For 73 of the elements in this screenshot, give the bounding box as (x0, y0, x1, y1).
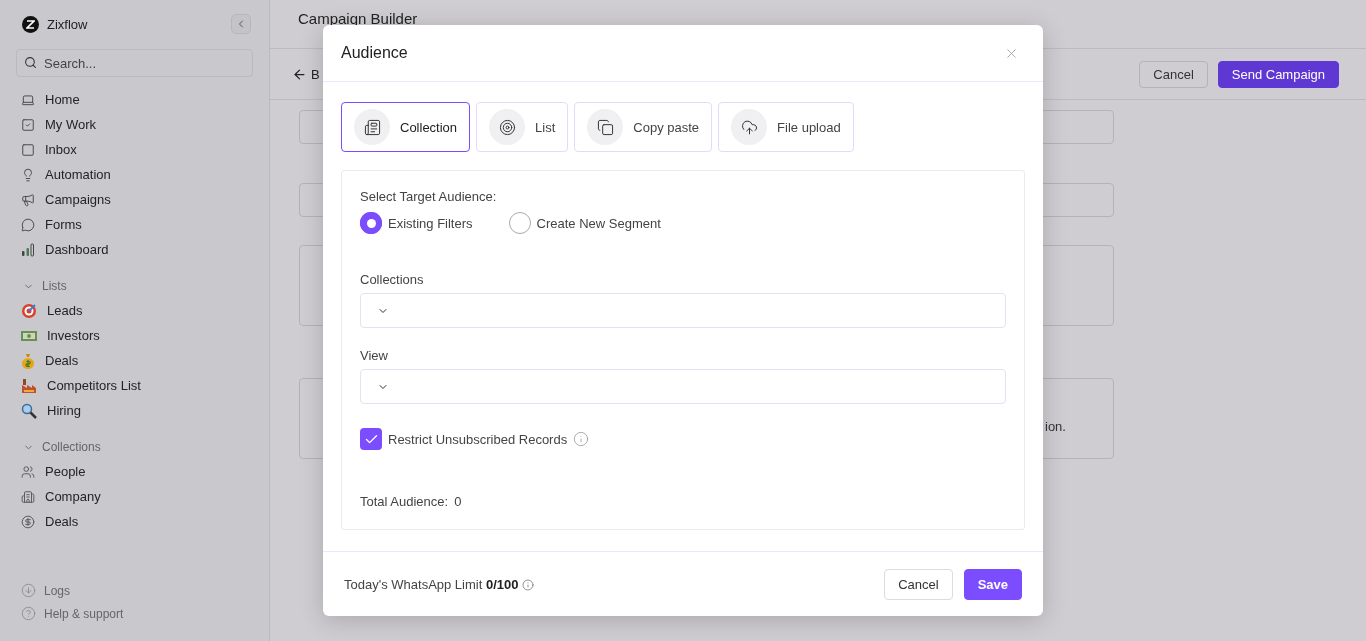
inbox-icon (21, 142, 35, 157)
dialog-title: Audience (341, 44, 408, 62)
copy-icon (587, 109, 624, 145)
nav-item[interactable]: Dashboard (16, 237, 253, 262)
nav-item[interactable]: Forms (16, 212, 253, 237)
field-label: Collections (360, 272, 425, 287)
document-icon (354, 109, 390, 145)
total-label: Total Audience: (360, 494, 449, 509)
send-button[interactable]: Send Campaign (1217, 60, 1339, 88)
building-icon (21, 489, 35, 504)
help-icon (21, 606, 36, 621)
banknote-icon (21, 329, 37, 342)
target-icon (21, 302, 37, 319)
checkbox-label: Restrict Unsubscribed Records (388, 431, 568, 447)
info-icon (573, 431, 590, 447)
footer-link[interactable]: Help & support (16, 602, 253, 625)
radio-option[interactable]: Existing Filters (360, 212, 473, 234)
section-header[interactable]: Collections (16, 435, 253, 459)
bar-chart-icon (21, 242, 35, 257)
nav-item[interactable]: Investors (16, 323, 253, 348)
info-icon (522, 578, 535, 591)
megaphone-icon (21, 192, 35, 207)
field-label: View (360, 348, 389, 363)
back-link[interactable]: B (292, 66, 320, 82)
checkbox-icon (21, 117, 35, 132)
factory-icon (21, 377, 37, 394)
magnifier-icon (21, 402, 37, 419)
total-value: 0 (454, 494, 462, 509)
search-icon (24, 56, 37, 69)
source-tab[interactable]: Copy paste (574, 102, 713, 152)
lightbulb-icon (21, 167, 35, 182)
radio-button[interactable] (360, 212, 382, 234)
select-field[interactable] (360, 369, 1006, 404)
collapse-button[interactable] (231, 14, 251, 34)
nav-item[interactable]: Deals (16, 509, 253, 534)
radio-button[interactable] (508, 212, 531, 234)
nav-item[interactable]: Campaigns (16, 187, 253, 212)
nav-item[interactable]: Competitors List (16, 373, 253, 398)
logo-icon (22, 15, 39, 33)
nav-item[interactable]: My Work (16, 112, 253, 137)
search-field[interactable]: Search... (16, 49, 253, 77)
field-label: Select Target Audience: (360, 189, 498, 204)
page-title: Campaign Builder (298, 10, 418, 27)
laptop-icon (21, 92, 35, 107)
chat-bubble-icon (21, 217, 35, 232)
section-header[interactable]: Lists (16, 274, 253, 298)
cancel-button[interactable]: Cancel (884, 569, 953, 600)
cancel-button[interactable]: Cancel (1139, 60, 1208, 88)
brand-name: Zixflow (47, 16, 88, 32)
nav-item[interactable]: Home (16, 87, 253, 112)
nav-item[interactable]: Inbox (16, 137, 253, 162)
nav-item[interactable]: People (16, 459, 253, 484)
cloud-upload-icon (731, 109, 768, 145)
select-field[interactable] (360, 293, 1006, 328)
nav-item[interactable]: Company (16, 484, 253, 509)
nav-item[interactable]: Hiring (16, 398, 253, 423)
target-icon (489, 109, 526, 145)
people-icon (21, 464, 35, 479)
source-tab[interactable]: File upload (718, 102, 854, 152)
nav-item[interactable]: Leads (16, 298, 253, 323)
save-button[interactable]: Save (963, 569, 1022, 600)
limit-text: Today's WhatsApp Limit 0/100 (344, 577, 519, 592)
dollar-icon (21, 514, 35, 529)
radio-option[interactable]: Create New Segment (508, 212, 661, 234)
nav-item[interactable]: Deals (16, 348, 253, 373)
download-icon (21, 583, 36, 598)
footer-link[interactable]: Logs (16, 579, 253, 602)
source-tab[interactable]: List (476, 102, 569, 152)
card-text: ion. (1045, 419, 1066, 434)
checkbox[interactable] (360, 428, 382, 450)
nav-item[interactable]: Automation (16, 162, 253, 187)
money-bag-icon (21, 352, 35, 369)
source-tab[interactable]: Collection (341, 102, 471, 152)
